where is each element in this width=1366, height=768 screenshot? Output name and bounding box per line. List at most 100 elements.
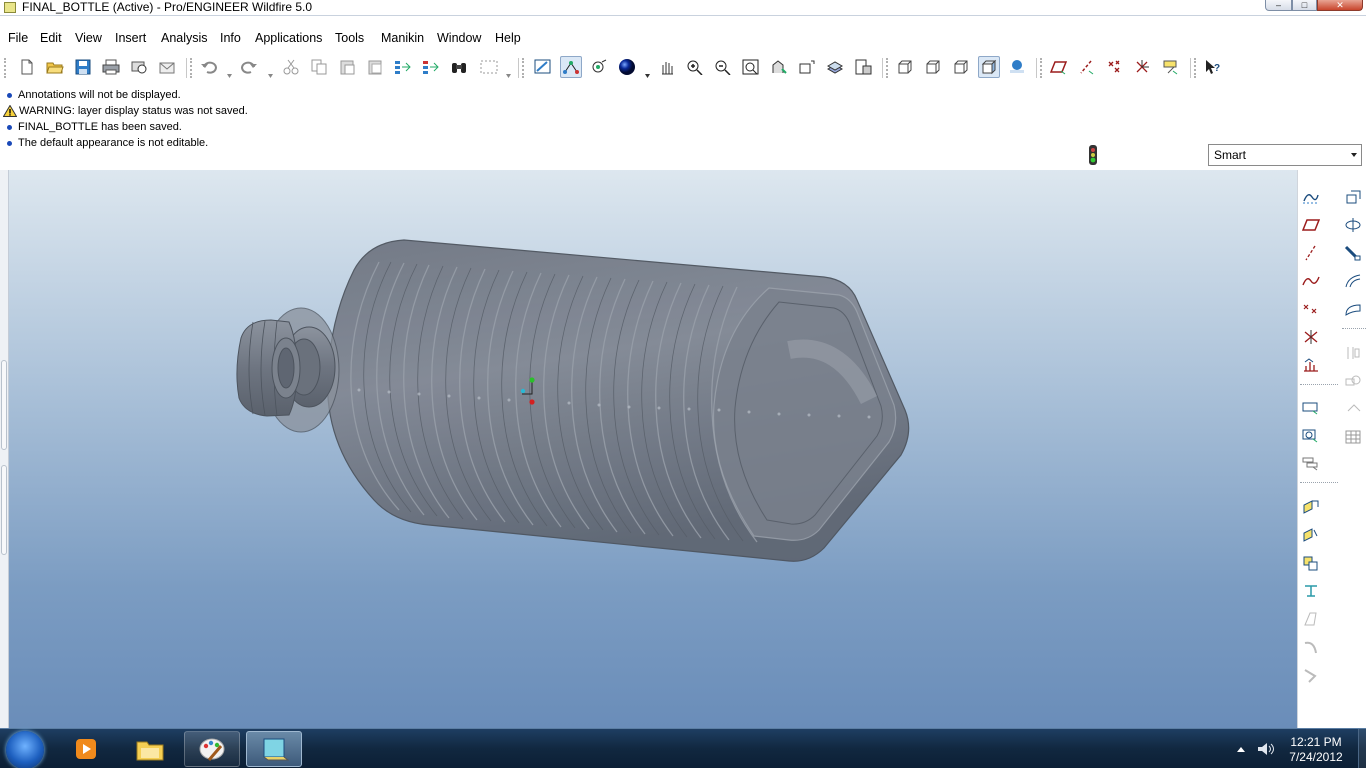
- datum-point-offset-icon[interactable]: [1300, 326, 1322, 348]
- zoom-out-icon[interactable]: [712, 56, 734, 78]
- annotations-display-icon[interactable]: [1160, 56, 1182, 78]
- refit-icon[interactable]: [740, 56, 762, 78]
- wireframe-icon[interactable]: [894, 56, 916, 78]
- volume-icon[interactable]: [1256, 741, 1274, 757]
- menu-manikin[interactable]: Manikin: [381, 31, 424, 45]
- round-tool-icon[interactable]: [1300, 524, 1322, 546]
- toolbar-grip[interactable]: [886, 58, 888, 78]
- shell-tool-icon[interactable]: [1300, 424, 1322, 446]
- menu-applications[interactable]: Applications: [255, 31, 322, 45]
- paint-icon[interactable]: [184, 731, 240, 767]
- minimize-button[interactable]: –: [1265, 0, 1292, 11]
- datum-plane-tool-icon[interactable]: [1300, 214, 1322, 236]
- select-box-icon[interactable]: [476, 56, 504, 78]
- cut-icon[interactable]: [280, 56, 302, 78]
- close-button[interactable]: ✕: [1317, 0, 1363, 11]
- paste-icon[interactable]: [336, 56, 358, 78]
- view-manager-icon[interactable]: [852, 56, 874, 78]
- reorient-icon[interactable]: [768, 56, 790, 78]
- message-line: FINAL_BOTTLE has been saved.: [6, 121, 182, 133]
- orient-mode-icon[interactable]: [588, 56, 610, 78]
- graphics-window[interactable]: [9, 170, 1297, 728]
- menu-insert[interactable]: Insert: [115, 31, 146, 45]
- appearance-gallery-icon[interactable]: [616, 56, 638, 78]
- analysis-feature-icon[interactable]: [1300, 354, 1322, 376]
- no-hidden-icon[interactable]: [950, 56, 972, 78]
- boundary-blend-icon[interactable]: [1342, 270, 1364, 292]
- system-clock[interactable]: 12:21 PM 7/24/2012: [1276, 735, 1356, 765]
- sweep-tool-icon[interactable]: [1342, 242, 1364, 264]
- datum-planes-icon[interactable]: [1048, 56, 1070, 78]
- media-player-icon[interactable]: [58, 731, 114, 767]
- datum-axis-tool-icon[interactable]: [1300, 242, 1322, 264]
- draft-tool-icon[interactable]: [1300, 496, 1322, 518]
- paste-special-icon[interactable]: [364, 56, 386, 78]
- navigator-sash-handle[interactable]: [1, 465, 7, 555]
- find-icon[interactable]: [448, 56, 470, 78]
- repaint-icon[interactable]: [532, 56, 554, 78]
- sketch-tool-icon[interactable]: [1300, 186, 1322, 208]
- toolbar-grip[interactable]: [1040, 58, 1042, 78]
- save-icon[interactable]: [72, 56, 94, 78]
- context-help-icon[interactable]: ?: [1202, 56, 1224, 78]
- menu-window[interactable]: Window: [437, 31, 481, 45]
- menu-info[interactable]: Info: [220, 31, 241, 45]
- select-dropdown-icon[interactable]: [506, 67, 511, 78]
- status-light-icon[interactable]: [1086, 144, 1100, 166]
- menu-help[interactable]: Help: [495, 31, 521, 45]
- menu-edit[interactable]: Edit: [40, 31, 62, 45]
- regenerate-manager-icon[interactable]: [420, 56, 442, 78]
- explorer-icon[interactable]: [122, 731, 178, 767]
- trim-tool-icon: [1300, 636, 1322, 658]
- saved-views-icon[interactable]: [796, 56, 818, 78]
- datum-axes-icon[interactable]: [1076, 56, 1098, 78]
- appearance-dropdown-icon[interactable]: [645, 67, 650, 78]
- coordinate-systems-icon[interactable]: [1132, 56, 1154, 78]
- bottle-model[interactable]: [9, 170, 1297, 728]
- menu-file[interactable]: File: [8, 31, 28, 45]
- shading-icon[interactable]: [978, 56, 1000, 78]
- undo-icon[interactable]: [198, 56, 220, 78]
- menu-analysis[interactable]: Analysis: [161, 31, 208, 45]
- show-desktop-button[interactable]: [1358, 729, 1366, 768]
- new-icon[interactable]: [16, 56, 38, 78]
- open-icon[interactable]: [44, 56, 66, 78]
- toolbar-grip[interactable]: [522, 58, 524, 78]
- zoom-in-icon[interactable]: [684, 56, 706, 78]
- toolbar-grip[interactable]: [190, 58, 192, 78]
- hidden-line-icon[interactable]: [922, 56, 944, 78]
- layers-icon[interactable]: [824, 56, 846, 78]
- navigator-sash-handle[interactable]: [1, 360, 7, 450]
- print-icon[interactable]: [100, 56, 122, 78]
- revolve-tool-icon[interactable]: [1342, 214, 1364, 236]
- hole-tool-icon[interactable]: [1300, 396, 1322, 418]
- spin-center-icon[interactable]: [560, 56, 582, 78]
- regenerate-icon[interactable]: [392, 56, 414, 78]
- copy-icon[interactable]: [308, 56, 330, 78]
- toolbar-grip[interactable]: [4, 58, 6, 78]
- datum-point-tool-icon[interactable]: [1300, 298, 1322, 320]
- undo-dropdown-icon[interactable]: [227, 67, 232, 78]
- windows-start-icon[interactable]: [6, 731, 44, 768]
- send-icon[interactable]: [156, 56, 178, 78]
- chamfer-tool-icon[interactable]: [1300, 552, 1322, 574]
- extrude-tool-icon[interactable]: [1342, 186, 1364, 208]
- style-tool-icon[interactable]: [1342, 298, 1364, 320]
- menu-tools[interactable]: Tools: [335, 31, 364, 45]
- datum-curve-tool-icon[interactable]: [1300, 270, 1322, 292]
- datum-points-icon[interactable]: [1104, 56, 1126, 78]
- redo-dropdown-icon[interactable]: [268, 67, 273, 78]
- mirror-tool-icon[interactable]: [1300, 580, 1322, 602]
- print-preview-icon[interactable]: [128, 56, 150, 78]
- toolbar-grip[interactable]: [1194, 58, 1196, 78]
- redo-icon[interactable]: [238, 56, 260, 78]
- rib-tool-icon[interactable]: [1300, 452, 1322, 474]
- toolbar-separator: [1036, 58, 1037, 78]
- proe-icon[interactable]: [246, 731, 302, 767]
- show-hidden-icons-icon[interactable]: [1236, 745, 1246, 753]
- pan-icon[interactable]: [656, 56, 678, 78]
- menu-view[interactable]: View: [75, 31, 102, 45]
- maximize-button[interactable]: □: [1292, 0, 1317, 11]
- selection-filter-dropdown[interactable]: Smart: [1208, 144, 1362, 166]
- enhanced-realism-icon[interactable]: [1006, 56, 1028, 78]
